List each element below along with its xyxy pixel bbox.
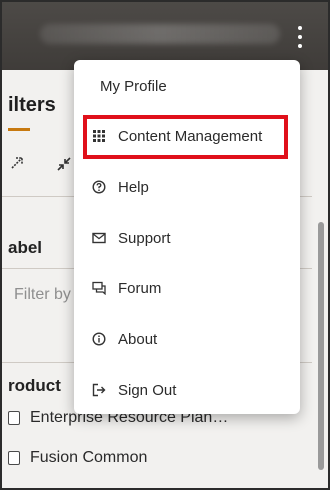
menu-item-my-profile[interactable]: My Profile [74, 66, 300, 106]
user-menu: My Profile Content Management Help Suppo… [74, 60, 300, 414]
menu-item-help[interactable]: Help [74, 167, 300, 207]
menu-item-label: Content Management [118, 127, 263, 145]
checkbox[interactable] [8, 411, 20, 425]
info-circle-icon [92, 332, 106, 346]
menu-item-support[interactable]: Support [74, 218, 300, 258]
menu-item-sign-out[interactable]: Sign Out [74, 370, 300, 410]
redacted-header-text [40, 24, 280, 44]
menu-item-label: About [118, 330, 158, 348]
sign-out-icon [92, 383, 106, 397]
product-item-fusion-common[interactable]: Fusion Common [8, 449, 147, 467]
checkbox[interactable] [8, 451, 20, 465]
product-label: Fusion Common [30, 449, 148, 466]
collapse-icon[interactable] [56, 156, 72, 172]
expand-icon[interactable] [10, 156, 24, 170]
menu-item-label: Sign Out [118, 381, 177, 399]
panel-title: ilters [8, 94, 56, 116]
menu-item-content-management[interactable]: Content Management [74, 116, 300, 156]
menu-item-about[interactable]: About [74, 319, 300, 359]
mail-icon [92, 232, 106, 244]
menu-item-label: Forum [118, 279, 162, 297]
scrollbar[interactable] [318, 222, 324, 470]
label-heading: abel [8, 238, 43, 257]
grid-icon [93, 130, 105, 142]
product-heading: roduct [8, 376, 61, 395]
menu-item-label: Support [118, 229, 171, 247]
menu-item-label: Help [118, 178, 149, 196]
chat-icon [92, 281, 106, 295]
menu-item-forum[interactable]: Forum [74, 268, 300, 308]
help-circle-icon [92, 180, 106, 194]
more-options-icon[interactable] [296, 26, 304, 48]
title-underline [8, 128, 30, 131]
menu-item-label: My Profile [100, 77, 167, 95]
app-window: ilters abel roduct Enterprise Resource P… [0, 0, 330, 490]
